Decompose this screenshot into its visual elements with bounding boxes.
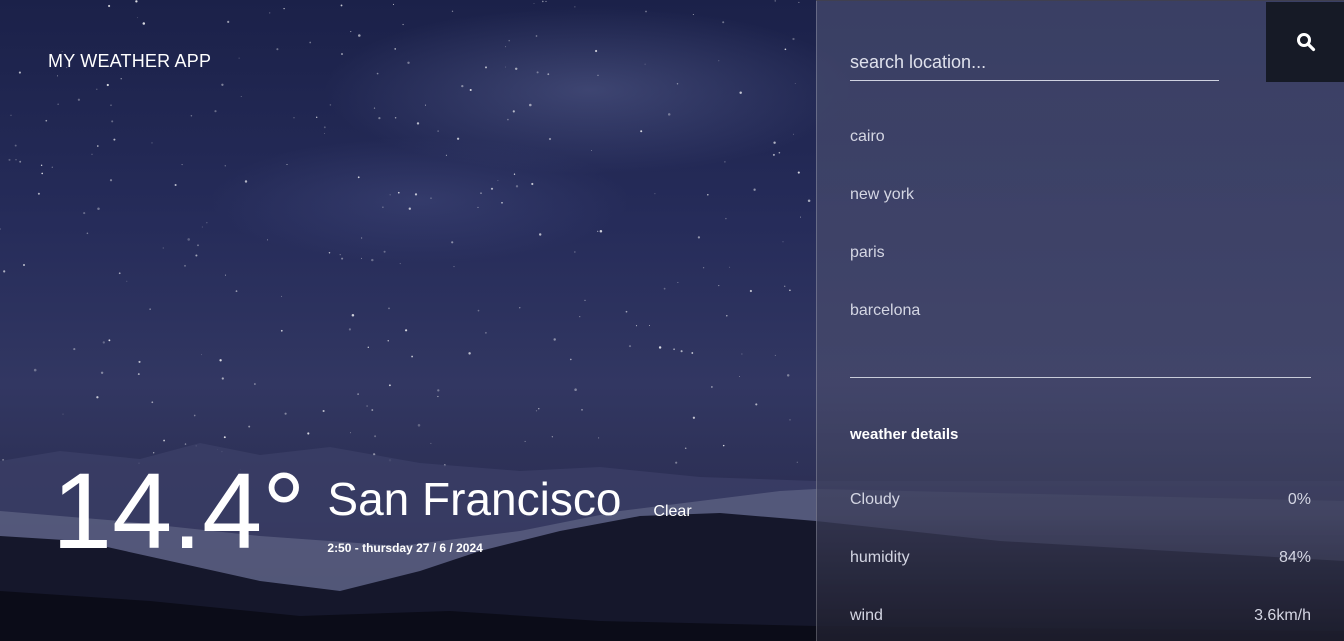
location-item-paris[interactable]: paris xyxy=(850,244,920,302)
current-weather: 14.4° San Francisco 2:50 - thursday 27 /… xyxy=(52,455,692,567)
weather-condition: Clear xyxy=(653,503,692,520)
date-time: 2:50 - thursday 27 / 6 / 2024 xyxy=(327,541,483,555)
detail-value: 84% xyxy=(1278,549,1311,566)
detail-row-humidity: humidity 84% xyxy=(850,549,1311,567)
location-item-new-york[interactable]: new york xyxy=(850,186,920,244)
location-item-cairo[interactable]: cairo xyxy=(850,128,920,186)
app-title: MY WEATHER APP xyxy=(48,51,212,71)
search-button[interactable] xyxy=(1266,2,1344,82)
search-input[interactable] xyxy=(850,45,1219,81)
detail-label: humidity xyxy=(850,549,910,566)
search-icon xyxy=(1297,33,1316,52)
detail-value: 3.6km/h xyxy=(1254,607,1311,624)
temperature: 14.4° xyxy=(52,450,306,571)
location-list: cairo new york paris barcelona xyxy=(850,128,920,360)
detail-label: wind xyxy=(850,607,883,624)
detail-row-wind: wind 3.6km/h xyxy=(850,607,1311,625)
divider xyxy=(850,377,1311,378)
location-info: San Francisco 2:50 - thursday 27 / 6 / 2… xyxy=(327,473,621,555)
detail-row-cloudy: Cloudy 0% xyxy=(850,491,1311,509)
side-panel: cairo new york paris barcelona weather d… xyxy=(816,0,1344,641)
detail-label: Cloudy xyxy=(850,491,900,508)
city-name: San Francisco xyxy=(327,473,622,525)
weather-details-title: weather details xyxy=(850,426,959,443)
location-item-barcelona[interactable]: barcelona xyxy=(850,302,920,360)
detail-value: 0% xyxy=(1287,491,1311,508)
